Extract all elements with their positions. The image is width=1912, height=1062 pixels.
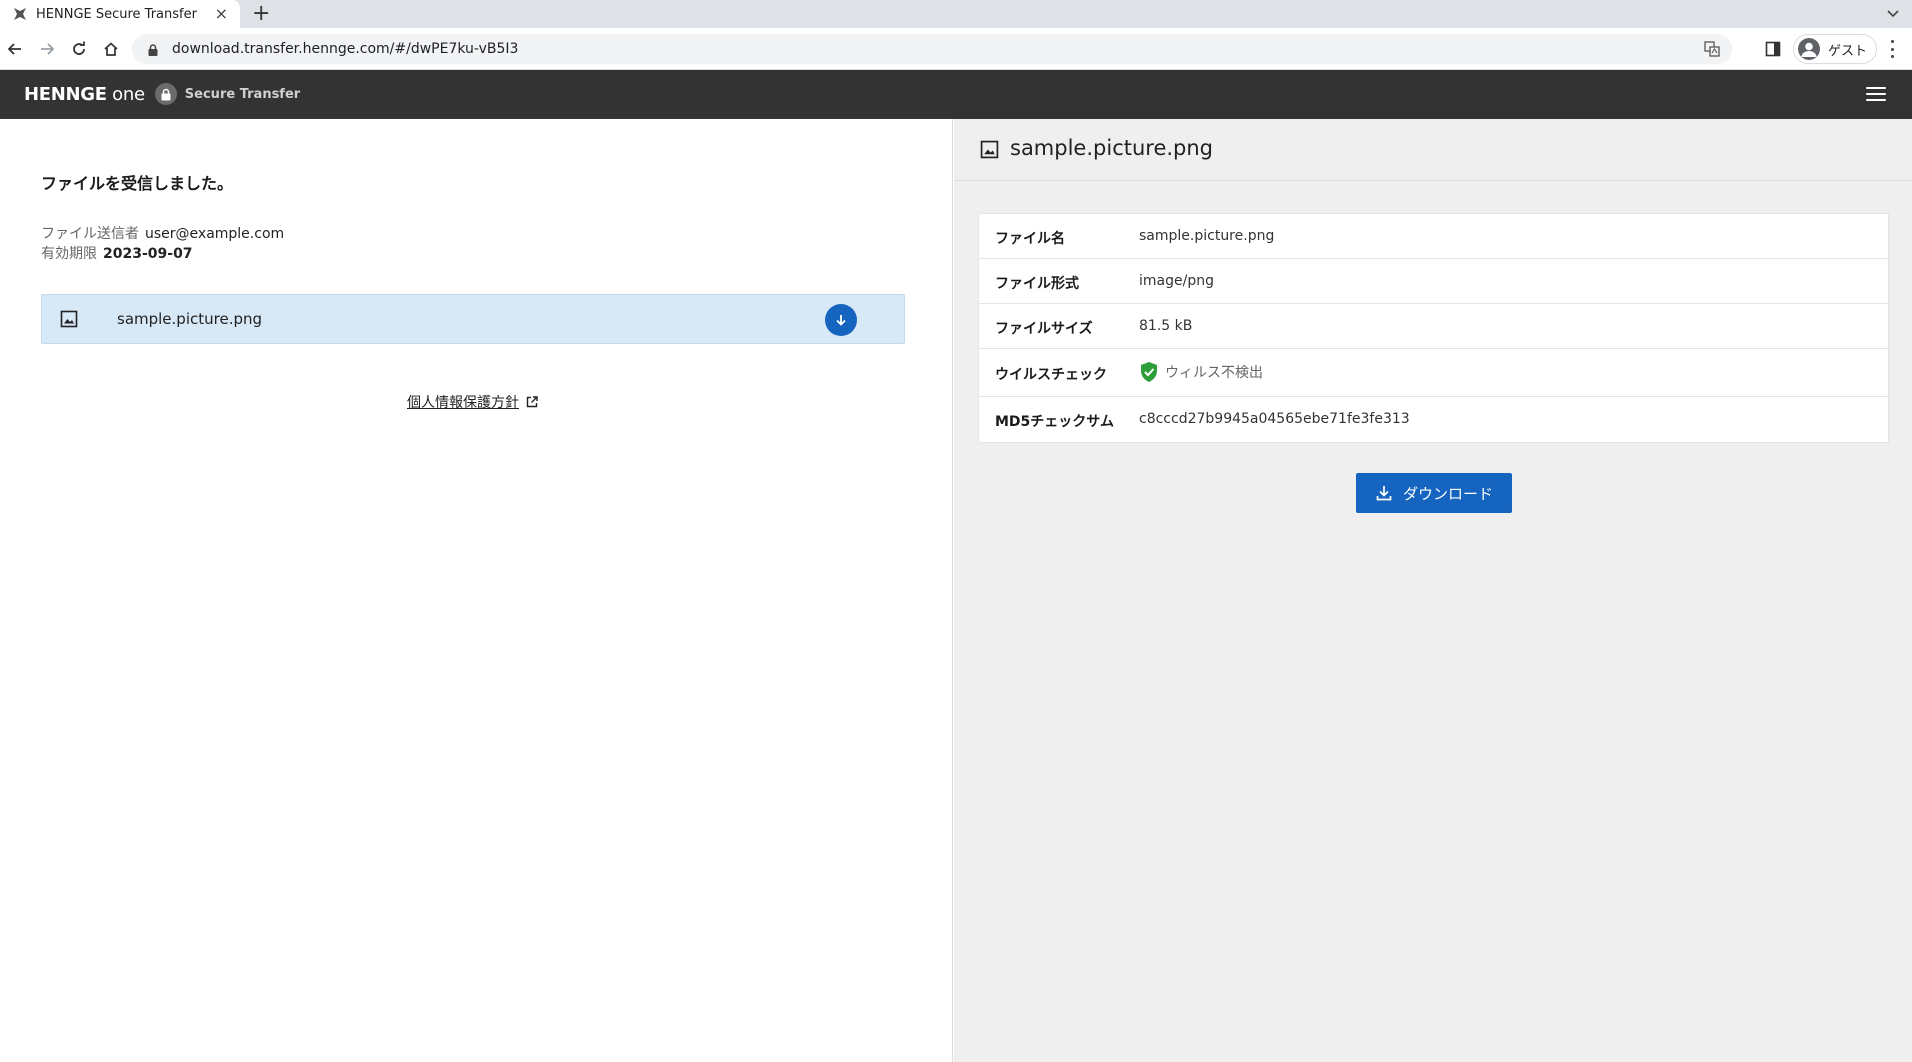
app-header: HENNGE one Secure Transfer [0,70,1912,119]
file-detail-title: sample.picture.png [1010,136,1214,160]
download-button[interactable]: ダウンロード [1356,473,1512,513]
sender-row: ファイル送信者 user@example.com [41,223,284,243]
table-row: ファイル形式 image/png [979,259,1888,304]
browser-tabstrip: HENNGE Secure Transfer × + [0,0,1912,28]
detail-key: ファイルサイズ [995,321,1093,337]
back-arrow-icon[interactable] [3,37,27,61]
table-row: ファイル名 sample.picture.png [979,214,1888,259]
new-tab-button[interactable]: + [252,1,270,27]
sender-label: ファイル送信者 [41,226,139,242]
file-name: sample.picture.png [117,310,263,328]
received-heading: ファイルを受信しました。 [41,174,234,193]
profile-button[interactable]: ゲスト [1793,34,1877,64]
table-row: ファイルサイズ 81.5 kB [979,304,1888,349]
file-download-button[interactable] [825,304,857,336]
detail-value: 81.5 kB [1139,318,1193,334]
image-file-icon [60,310,78,328]
detail-value: c8cccd27b9945a04565ebe71fe3fe313 [1139,411,1410,427]
download-label: ダウンロード [1402,484,1493,503]
detail-key: ファイル名 [995,231,1065,247]
browser-toolbar: download.transfer.hennge.com/#/dwPE7ku-v… [0,28,1912,70]
shield-check-icon [1139,361,1159,383]
virus-check-status: ウィルス不検出 [1139,361,1263,383]
browser-tab[interactable]: HENNGE Secure Transfer × [0,0,240,28]
table-row: MD5チェックサム c8cccd27b9945a04565ebe71fe3fe3… [979,397,1888,442]
expiry-label: 有効期限 [41,246,97,262]
tab-search-chevron-icon[interactable] [1884,4,1902,22]
brand: HENNGE one Secure Transfer [24,83,300,105]
profile-label: ゲスト [1828,43,1868,59]
detail-key: MD5チェックサム [995,414,1115,430]
hennge-one-logo: HENNGE one [24,83,145,105]
privacy-policy-link[interactable]: 個人情報保護方針 [407,392,539,412]
expiry-value: 2023-09-07 [103,246,193,262]
sender-value: user@example.com [145,226,285,242]
secure-transfer-lock-icon [154,83,177,105]
reload-icon[interactable] [67,37,91,61]
home-icon[interactable] [99,37,123,61]
product-name: Secure Transfer [184,86,301,102]
detail-key: ファイル形式 [995,276,1079,292]
file-detail-header: sample.picture.png [954,119,1912,181]
download-icon [1375,484,1393,502]
guest-avatar-icon [1798,38,1820,60]
lock-icon[interactable] [146,42,160,56]
tab-title: HENNGE Secure Transfer [36,6,197,22]
image-file-icon [980,140,999,159]
detail-key: ウイルスチェック [995,367,1107,383]
forward-arrow-icon[interactable] [35,37,59,61]
file-detail-pane: sample.picture.png ファイル名 sample.picture.… [954,119,1912,1062]
received-files-pane: ファイルを受信しました。 ファイル送信者 user@example.com 有効期… [0,119,953,1062]
side-panel-icon[interactable] [1765,41,1781,57]
virus-check-text: ウィルス不検出 [1165,365,1263,381]
external-link-icon [525,395,539,409]
detail-value: image/png [1139,273,1214,289]
address-bar[interactable]: download.transfer.hennge.com/#/dwPE7ku-v… [132,34,1732,64]
expiry-row: 有効期限 2023-09-07 [41,243,193,263]
translate-icon[interactable] [1704,41,1720,57]
browser-menu-icon[interactable] [1884,40,1900,58]
hamburger-menu-icon[interactable] [1866,87,1886,101]
tab-close-icon[interactable]: × [215,4,228,24]
file-list-item[interactable]: sample.picture.png [41,294,905,344]
hennge-favicon-icon [12,6,28,22]
detail-value: sample.picture.png [1139,228,1275,244]
file-details-table: ファイル名 sample.picture.png ファイル形式 image/pn… [978,213,1889,443]
url-text[interactable]: download.transfer.hennge.com/#/dwPE7ku-v… [172,41,518,57]
table-row: ウイルスチェック ウィルス不検出 [979,349,1888,397]
privacy-policy-label: 個人情報保護方針 [407,395,519,411]
